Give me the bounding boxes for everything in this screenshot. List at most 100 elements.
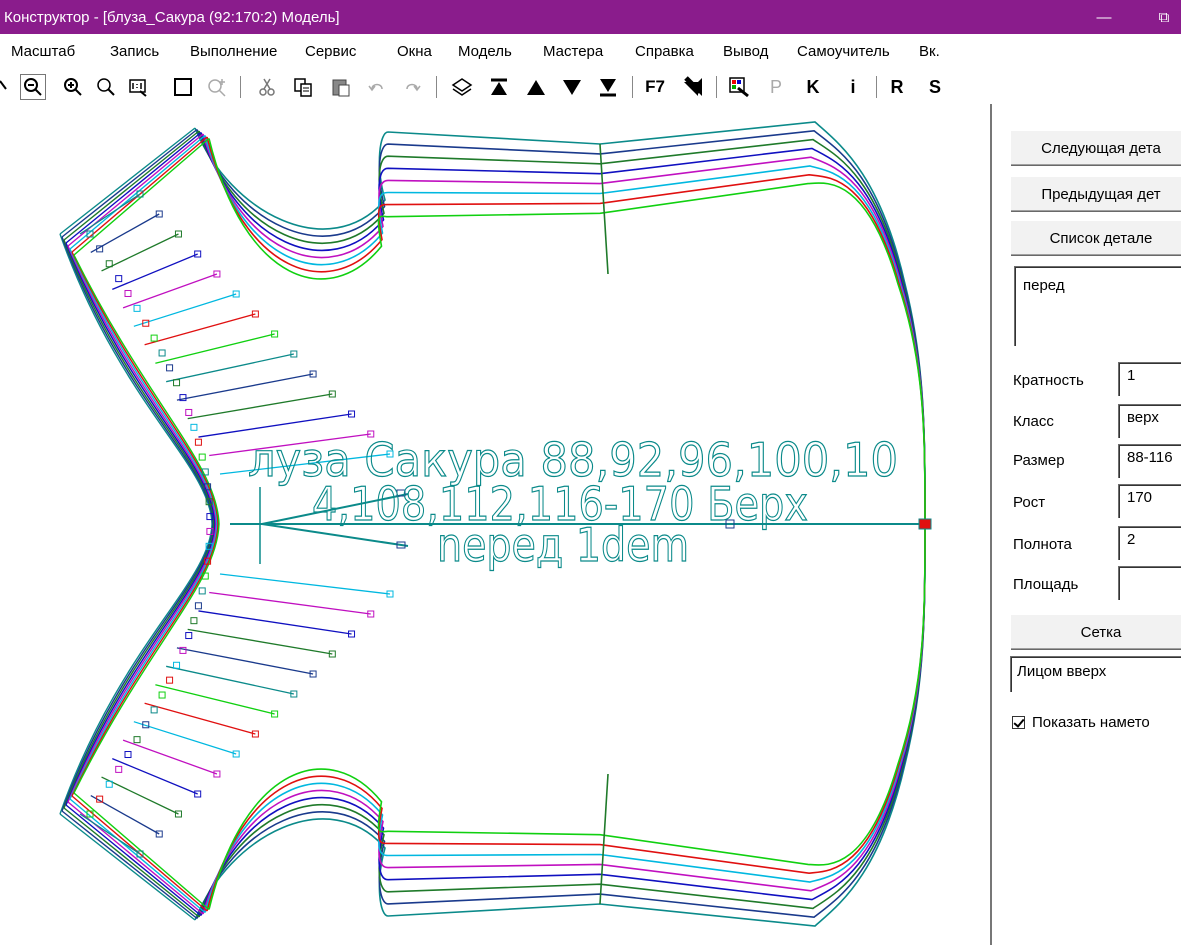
gather-line-bottom-0 — [79, 813, 141, 855]
pattern-label-line3: nepeд 1dem — [437, 518, 689, 572]
contour-neck-7 — [73, 254, 220, 794]
menu-windows[interactable]: Окна — [397, 43, 432, 60]
menu-extra[interactable]: Вк. — [919, 43, 940, 60]
gather-line-top-7 — [155, 333, 275, 364]
grid-button[interactable]: Сетка — [1010, 614, 1181, 649]
move-down-icon[interactable] — [560, 74, 584, 100]
pattern-canvas[interactable]: лузa Сакура 88,92,96,100,10 4,108,112,11… — [0, 104, 990, 945]
k-button[interactable]: K — [803, 74, 823, 100]
paste-icon[interactable] — [329, 74, 353, 100]
multiplicity-field[interactable]: 1 — [1118, 362, 1181, 396]
menu-execute[interactable]: Выполнение — [190, 43, 277, 60]
menu-scale[interactable]: Масштаб — [11, 43, 75, 60]
toolbar-separator — [632, 76, 633, 98]
neck-point-marker-27 — [185, 632, 193, 640]
contour-neck-4 — [67, 245, 217, 803]
detail-name-field[interactable]: перед — [1014, 266, 1181, 346]
neck-point-marker-25 — [194, 602, 202, 610]
zoom-in-icon[interactable] — [60, 74, 86, 100]
size-field[interactable]: 88-116 — [1118, 444, 1181, 478]
s-button[interactable]: S — [925, 74, 945, 100]
height-field[interactable]: 170 — [1118, 484, 1181, 518]
neck-point-marker-5 — [133, 304, 141, 312]
gather-line-top-8 — [166, 353, 294, 383]
move-to-bottom-icon[interactable] — [596, 74, 620, 100]
cut-icon[interactable] — [256, 74, 278, 100]
palette-icon[interactable] — [726, 74, 752, 100]
class-label: Класс — [1013, 413, 1054, 430]
pointer-arrow-icon[interactable] — [680, 74, 706, 100]
contour-bottom-5 — [204, 523, 926, 913]
gather-line-bottom-6 — [144, 702, 256, 735]
menu-record[interactable]: Запись — [110, 43, 159, 60]
copy-icon[interactable] — [291, 74, 315, 100]
neck-point-marker-14 — [194, 438, 202, 446]
gather-line-top-9 — [176, 373, 314, 401]
area-field[interactable] — [1118, 566, 1181, 600]
contour-bottom-6 — [206, 523, 926, 912]
zoom-plus-minus-icon[interactable] — [204, 74, 230, 100]
size-label: Размер — [1013, 452, 1065, 469]
contour-neck-6 — [71, 251, 219, 797]
minimize-button[interactable]: — — [1082, 0, 1126, 34]
toolbar-separator — [716, 76, 717, 98]
contour-shoulder-bottom-2 — [63, 807, 200, 918]
menu-model[interactable]: Модель — [458, 43, 512, 60]
neck-point-marker-8 — [158, 349, 166, 357]
gather-line-top-0 — [79, 193, 141, 235]
layers-icon[interactable] — [449, 74, 475, 100]
neck-point-marker-35 — [124, 751, 132, 759]
show-basting-row[interactable]: Показать намето — [1012, 714, 1150, 731]
f7-button[interactable]: F7 — [640, 74, 670, 100]
i-button[interactable]: i — [843, 74, 863, 100]
gather-line-bottom-8 — [166, 665, 294, 695]
contour-shoulder-bottom-3 — [65, 804, 202, 917]
menu-tutorial[interactable]: Самоучитель — [797, 43, 890, 60]
restore-button[interactable]: ⧉ — [1142, 0, 1181, 34]
constructor-window: Конструктор - [блуза_Сакура (92:170:2) М… — [0, 0, 1181, 945]
contour-shoulder-top-2 — [63, 130, 200, 241]
zoom-window-icon[interactable] — [170, 74, 196, 100]
contour-shoulder-top-0 — [59, 127, 196, 235]
fullness-label: Полнота — [1013, 536, 1072, 553]
contour-shoulder-bottom-1 — [61, 810, 198, 920]
move-to-top-icon[interactable] — [487, 74, 511, 100]
neck-point-marker-4 — [124, 289, 132, 297]
neck-point-marker-10 — [173, 379, 181, 387]
gather-line-bottom-7 — [155, 684, 275, 715]
neck-point-marker-15 — [198, 453, 206, 461]
neck-point-marker-24 — [198, 587, 206, 595]
menu-help[interactable]: Справка — [635, 43, 694, 60]
pattern-drawing[interactable]: лузa Сакура 88,92,96,100,10 4,108,112,11… — [0, 104, 990, 945]
contour-bottom-3 — [200, 523, 926, 916]
zoom-fit-icon[interactable] — [93, 74, 119, 100]
zoom-actual-size-icon[interactable] — [125, 74, 151, 100]
p-button[interactable]: P — [766, 74, 786, 100]
show-basting-label: Показать намето — [1032, 714, 1150, 731]
toolbar-partial-icon[interactable] — [0, 74, 8, 100]
zoom-out-icon[interactable] — [20, 74, 46, 100]
contour-neck-0 — [59, 233, 213, 815]
contour-neck-3 — [65, 242, 216, 806]
area-label: Площадь — [1013, 576, 1079, 593]
face-orientation-select[interactable]: Лицом вверх — [1010, 656, 1181, 692]
menu-output[interactable]: Вывод — [723, 43, 768, 60]
menu-bar: Масштаб Запись Выполнение Сервис Окна Мо… — [0, 38, 1181, 66]
title-bar[interactable]: Конструктор - [блуза_Сакура (92:170:2) М… — [0, 0, 1181, 34]
neck-point-marker-3 — [115, 275, 123, 283]
class-field[interactable]: верх — [1118, 404, 1181, 438]
previous-detail-button[interactable]: Предыдущая дет — [1010, 176, 1181, 211]
r-button[interactable]: R — [887, 74, 907, 100]
contour-neck-1 — [61, 236, 214, 812]
next-detail-button[interactable]: Следующая дета — [1010, 130, 1181, 165]
face-orientation-value: Лицом вверх — [1017, 663, 1107, 680]
redo-icon[interactable] — [400, 74, 424, 100]
menu-service[interactable]: Сервис — [305, 43, 356, 60]
neck-point-marker-12 — [185, 408, 193, 416]
undo-icon[interactable] — [365, 74, 389, 100]
move-up-icon[interactable] — [524, 74, 548, 100]
menu-wizards[interactable]: Мастера — [543, 43, 603, 60]
show-basting-checkbox[interactable] — [1012, 716, 1025, 729]
fullness-field[interactable]: 2 — [1118, 526, 1181, 560]
detail-list-button[interactable]: Список детале — [1010, 220, 1181, 255]
